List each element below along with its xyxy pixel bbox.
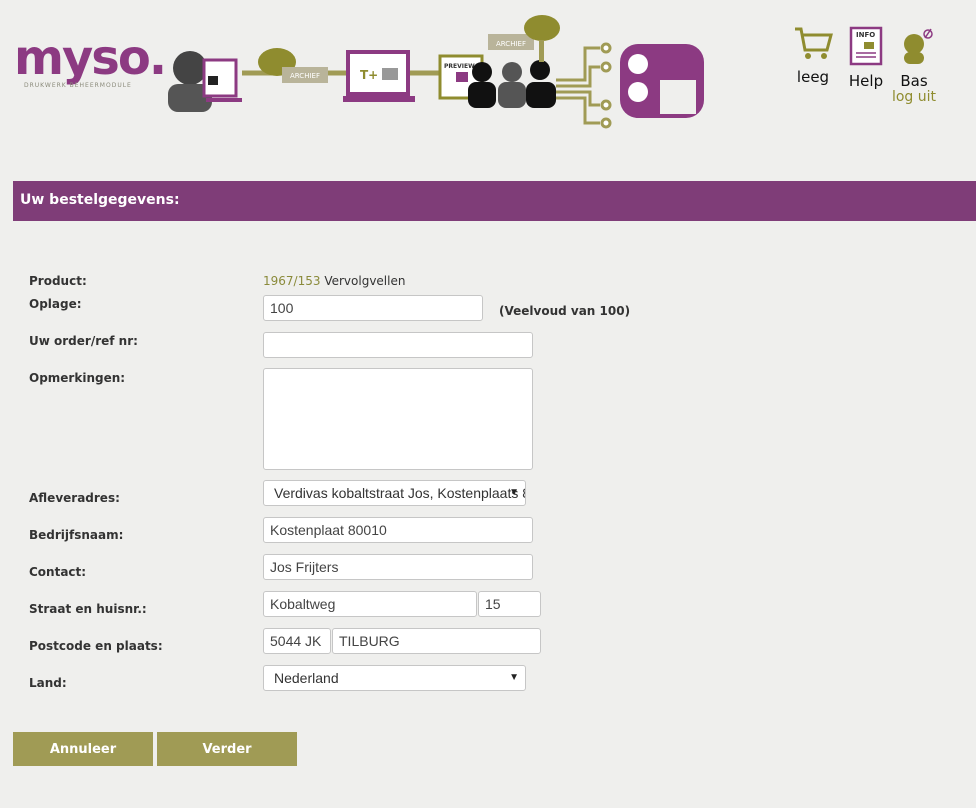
dropdown-arrow-icon: ▼	[509, 487, 519, 498]
orderref-label: Uw order/ref nr:	[29, 334, 138, 348]
bedrijfsnaam-label: Bedrijfsnaam:	[29, 528, 124, 542]
bedrijfsnaam-input[interactable]: Kostenplaat 80010	[263, 517, 533, 543]
svg-text:PREVIEW: PREVIEW	[444, 63, 475, 70]
header: myso. DRUKWERK BEHEERMODULE ARCHIEF T+ P…	[0, 0, 976, 140]
contact-label: Contact:	[29, 565, 87, 579]
myso-logo[interactable]: myso. DRUKWERK BEHEERMODULE	[14, 30, 167, 100]
huisnr-input[interactable]: 15	[478, 591, 541, 617]
afleveradres-selected: Verdivas kobaltstraat Jos, Kostenplaats …	[274, 485, 525, 501]
page-title: Uw bestelgegevens:	[20, 192, 180, 208]
dropdown-arrow-icon: ▼	[509, 672, 519, 683]
logo-subtitle: DRUKWERK BEHEERMODULE	[24, 82, 132, 89]
next-button[interactable]: Verder	[157, 732, 297, 766]
archive-folder-icon: ARCHIEF	[282, 67, 328, 83]
product-code-link[interactable]: 1967/153	[263, 274, 321, 288]
opmerkingen-textarea[interactable]	[263, 368, 533, 470]
help-label: Help	[848, 72, 884, 90]
logout-link[interactable]: log uit	[889, 89, 939, 105]
archive-folder-icon-2: ARCHIEF	[488, 15, 560, 62]
afleveradres-label: Afleveradres:	[29, 491, 120, 505]
output-branches	[556, 42, 612, 129]
svg-text:ARCHIEF: ARCHIEF	[496, 40, 526, 48]
user-avatar-icon	[904, 28, 933, 64]
oplage-input[interactable]: 100	[263, 295, 483, 321]
oplage-hint: (Veelvoud van 100)	[499, 304, 631, 318]
afleveradres-select[interactable]: Verdivas kobaltstraat Jos, Kostenplaats …	[263, 480, 526, 506]
page-title-bar: Uw bestelgegevens:	[13, 181, 976, 221]
land-select[interactable]: Nederland ▼	[263, 665, 526, 691]
user-name: Bas	[900, 72, 928, 90]
workflow-illustration: ARCHIEF T+ PREVIEW ARCHIEF	[168, 15, 704, 129]
cancel-button[interactable]: Annuleer	[13, 732, 153, 766]
orderref-input[interactable]	[263, 332, 533, 358]
svg-text:ARCHIEF: ARCHIEF	[290, 72, 320, 80]
product-name: Vervolgvellen	[324, 274, 406, 288]
info-document-icon: INFO	[849, 26, 883, 66]
svg-text:INFO: INFO	[856, 31, 875, 39]
user-nav[interactable]: Bas log uit	[889, 26, 939, 105]
user-lock-icon	[168, 51, 242, 112]
logo-wordmark: myso.	[14, 30, 167, 86]
cart-nav[interactable]: leeg	[788, 26, 838, 86]
svg-text:T+: T+	[360, 68, 378, 82]
laptop-icon: T+	[343, 50, 415, 102]
help-nav[interactable]: INFO Help	[841, 26, 891, 90]
postcode-label: Postcode en plaats:	[29, 639, 163, 653]
straat-label: Straat en huisnr.:	[29, 602, 147, 616]
product-value: 1967/153 Vervolgvellen	[263, 274, 405, 288]
postcode-input[interactable]: 5044 JK	[263, 628, 331, 654]
cart-label: leeg	[796, 68, 830, 86]
oplage-label: Oplage:	[29, 297, 82, 311]
product-label: Product:	[29, 274, 87, 288]
cart-icon	[795, 27, 833, 59]
plaats-input[interactable]: TILBURG	[332, 628, 541, 654]
land-label: Land:	[29, 676, 67, 690]
contact-input[interactable]: Jos Frijters	[263, 554, 533, 580]
land-selected: Nederland	[274, 670, 339, 686]
approvers-icon	[468, 60, 556, 108]
printer-icon	[620, 44, 704, 118]
opmerkingen-label: Opmerkingen:	[29, 371, 126, 385]
straat-input[interactable]: Kobaltweg	[263, 591, 477, 617]
